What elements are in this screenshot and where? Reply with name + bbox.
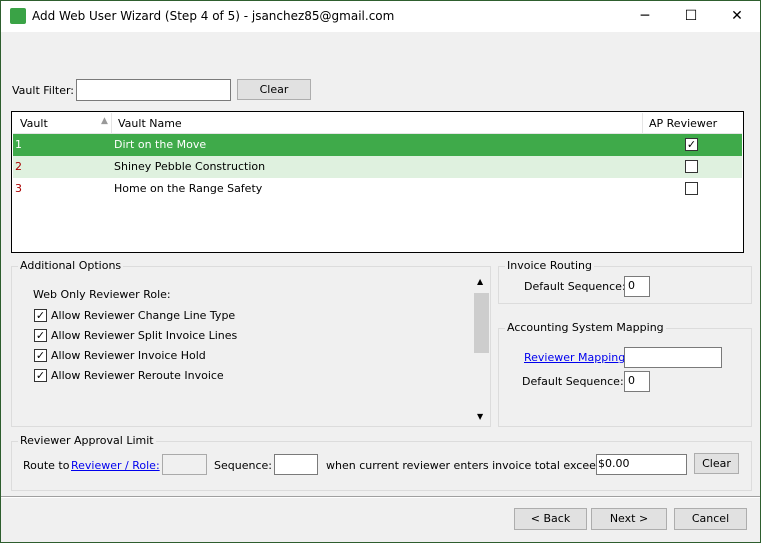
column-vault[interactable]: Vault (20, 117, 48, 130)
approval-clear-button[interactable]: Clear (694, 453, 739, 474)
invoice-routing-group: Invoice Routing Default Sequence: 0 (498, 259, 752, 304)
reviewer-role-input[interactable] (162, 454, 207, 475)
mapping-seq-input[interactable]: 0 (624, 371, 650, 392)
next-button[interactable]: Next > (591, 508, 667, 530)
route-to-label: Route to (23, 459, 70, 472)
routing-seq-input[interactable]: 0 (624, 276, 650, 297)
wizard-window: Add Web User Wizard (Step 4 of 5) - jsan… (0, 0, 761, 543)
vault-number: 3 (15, 182, 22, 195)
options-scrollbar[interactable]: ▲ ▼ (473, 277, 490, 425)
exceeding-label: when current reviewer enters invoice tot… (326, 459, 624, 472)
ap-reviewer-checkbox[interactable] (685, 182, 698, 195)
scroll-thumb[interactable] (474, 293, 489, 353)
minimize-button[interactable]: ─ (622, 1, 668, 32)
app-icon (10, 8, 26, 24)
vault-filter-label: Vault Filter: (12, 84, 75, 97)
reviewer-mapping-input[interactable] (624, 347, 722, 368)
table-row[interactable]: 3 Home on the Range Safety (13, 178, 742, 200)
window-title: Add Web User Wizard (Step 4 of 5) - jsan… (32, 9, 395, 23)
sequence-input[interactable] (274, 454, 318, 475)
reviewer-role-link[interactable]: Reviewer / Role: (71, 459, 160, 472)
footer-separator (1, 496, 760, 498)
accounting-mapping-title: Accounting System Mapping (505, 321, 666, 334)
title-bar: Add Web User Wizard (Step 4 of 5) - jsan… (1, 1, 760, 32)
routing-seq-label: Default Sequence: (524, 280, 626, 293)
sort-ascending-icon: ▲ (101, 116, 108, 126)
invoice-routing-title: Invoice Routing (505, 259, 594, 272)
vault-table: Vault ▲ Vault Name AP Reviewer 1 Dirt on… (11, 111, 744, 253)
scroll-up-icon: ▲ (477, 277, 484, 286)
filter-clear-button[interactable]: Clear (237, 79, 311, 100)
approval-limit-group: Reviewer Approval Limit Route to Reviewe… (11, 434, 752, 491)
table-row[interactable]: 2 Shiney Pebble Construction (13, 156, 742, 178)
column-vault-name[interactable]: Vault Name (118, 117, 182, 130)
cancel-button[interactable]: Cancel (674, 508, 747, 530)
mapping-seq-label: Default Sequence: (522, 375, 624, 388)
vault-number: 1 (15, 138, 22, 151)
vault-name: Dirt on the Move (114, 138, 207, 151)
approval-limit-title: Reviewer Approval Limit (18, 434, 156, 447)
maximize-button[interactable]: ☐ (668, 1, 714, 32)
reviewer-mapping-link[interactable]: Reviewer Mapping: (524, 351, 629, 364)
vault-filter-input[interactable] (76, 79, 231, 101)
column-ap-reviewer[interactable]: AP Reviewer (649, 117, 717, 130)
table-row[interactable]: 1 Dirt on the Move ✓ (13, 134, 742, 156)
additional-options-title: Additional Options (18, 259, 124, 272)
vault-name: Shiney Pebble Construction (114, 160, 266, 173)
ap-reviewer-checkbox[interactable] (685, 160, 698, 173)
table-header: Vault ▲ Vault Name AP Reviewer (13, 113, 742, 134)
sequence-label: Sequence: (214, 459, 272, 472)
ap-reviewer-checkbox[interactable]: ✓ (685, 138, 698, 151)
back-button[interactable]: < Back (514, 508, 587, 530)
scroll-down-icon: ▼ (477, 412, 484, 421)
additional-options-group: Additional Options Web Only Reviewer Rol… (11, 259, 491, 427)
close-button[interactable]: ✕ (714, 1, 760, 32)
role-label: Web Only Reviewer Role: (33, 288, 171, 301)
amount-input[interactable]: $0.00 (596, 454, 687, 475)
vault-name: Home on the Range Safety (114, 182, 263, 195)
vault-number: 2 (15, 160, 22, 173)
accounting-mapping-group: Accounting System Mapping Reviewer Mappi… (498, 321, 752, 427)
